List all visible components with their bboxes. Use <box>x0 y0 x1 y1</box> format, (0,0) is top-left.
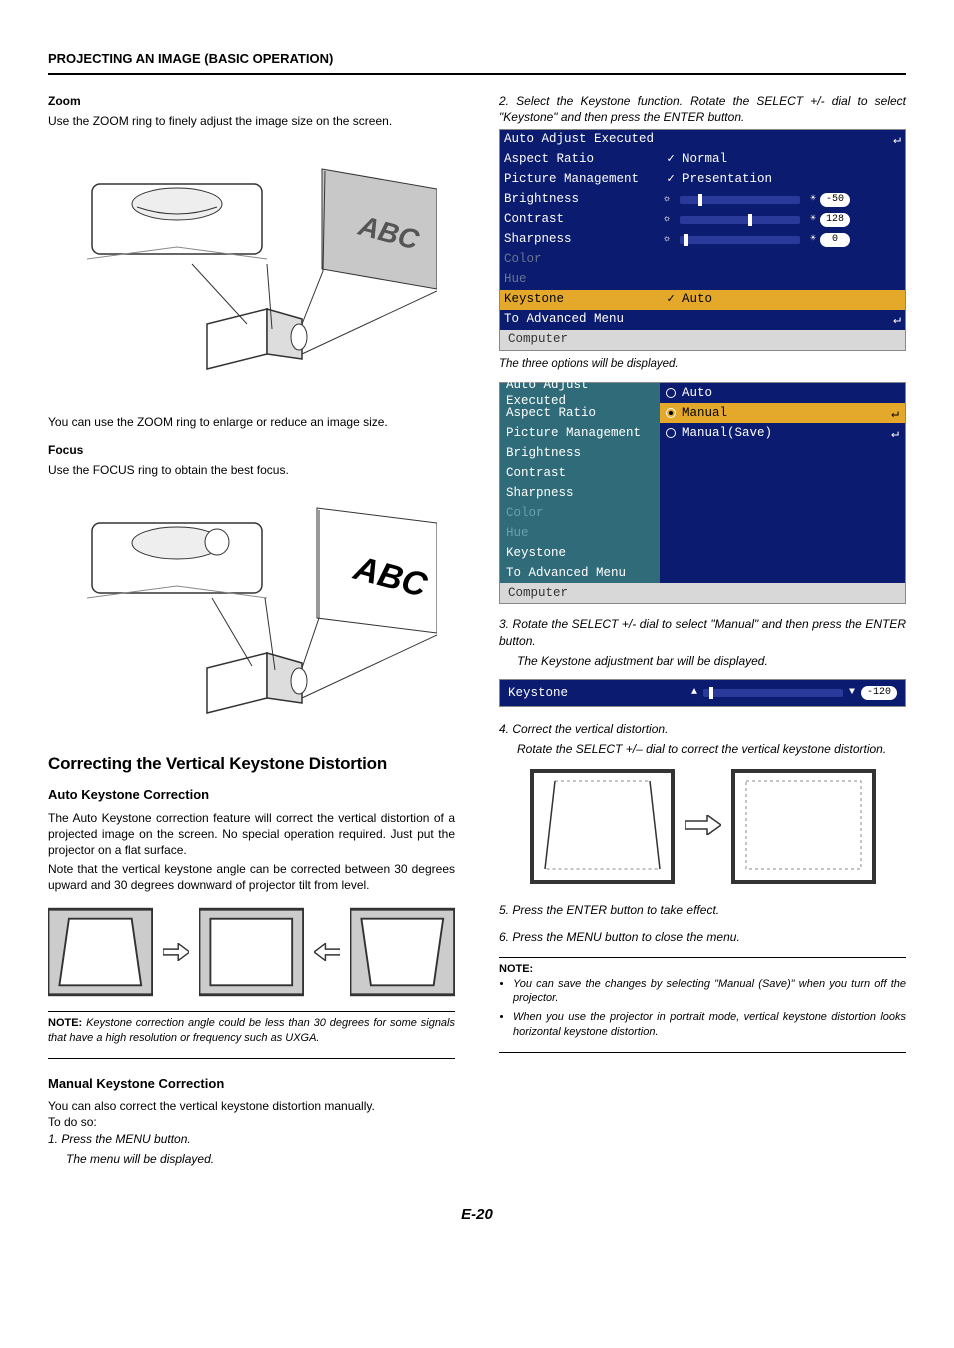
menu-row: Contrast☼☀128 <box>500 210 905 230</box>
rect-center <box>199 907 304 997</box>
auto-keystone-p2: Note that the vertical keystone angle ca… <box>48 861 455 893</box>
arrow-right-icon <box>163 943 190 961</box>
keystone-value: -120 <box>861 686 897 700</box>
menu-option: Manual↵ <box>660 403 905 423</box>
left-column: Zoom Use the ZOOM ring to finely adjust … <box>48 93 455 1177</box>
menu-row: Aspect Ratio✓Normal <box>500 150 905 170</box>
menu-row: Contrast <box>500 463 660 483</box>
right-column: 2. Select the Keystone function. Rotate … <box>499 93 906 1177</box>
focus-text: Use the FOCUS ring to obtain the best fo… <box>48 462 455 478</box>
step-1: 1. Press the MENU button. <box>48 1131 455 1147</box>
menu-row: Hue <box>500 523 660 543</box>
zoom-figure: ABC <box>67 159 437 394</box>
note2-rule-bottom <box>499 1052 906 1053</box>
menu-row: Keystone✓Auto <box>500 290 905 310</box>
auto-keystone-heading: Auto Keystone Correction <box>48 786 455 804</box>
menu-screenshot-1: Auto Adjust Executed↵Aspect Ratio✓Normal… <box>499 129 906 351</box>
menu-row: To Advanced Menu <box>500 563 660 583</box>
menu-screenshot-2: Auto Adjust ExecutedAspect RatioPicture … <box>499 382 906 604</box>
arrow-left-icon <box>314 943 341 961</box>
section-header: PROJECTING AN IMAGE (BASIC OPERATION) <box>48 50 906 68</box>
menu-row: Auto Adjust Executed↵ <box>500 130 905 150</box>
step-2: 2. Select the Keystone function. Rotate … <box>499 93 906 125</box>
step-3-sub: The Keystone adjustment bar will be disp… <box>517 653 906 669</box>
menu-row: Picture Management✓Presentation <box>500 170 905 190</box>
zoom-text: Use the ZOOM ring to finely adjust the i… <box>48 113 455 129</box>
menu-row: Hue <box>500 270 905 290</box>
note2-label: NOTE: <box>499 963 533 975</box>
step-4: 4. Correct the vertical distortion. <box>499 721 906 737</box>
keystone-bar-label: Keystone <box>508 685 568 702</box>
page-number: E-20 <box>48 1205 906 1225</box>
step-6: 6. Press the MENU button to close the me… <box>499 929 906 945</box>
distortion-after <box>731 769 876 884</box>
menu-row: Brightness☼☀-50 <box>500 190 905 210</box>
note-rule-top <box>48 1011 455 1012</box>
menu-row: Sharpness☼☀0 <box>500 230 905 250</box>
note-1: NOTE: Keystone correction angle could be… <box>48 1016 455 1046</box>
menu-row: Picture Management <box>500 423 660 443</box>
note-bullet: When you use the projector in portrait m… <box>513 1010 906 1040</box>
keystone-heading: Correcting the Vertical Keystone Distort… <box>48 753 455 776</box>
distortion-diagram-row <box>499 769 906 884</box>
keystone-bar-screenshot: Keystone ▲ ▼ -120 <box>499 679 906 707</box>
distortion-before <box>530 769 675 884</box>
note-rule-bottom <box>48 1058 455 1059</box>
menu-row: Color <box>500 503 660 523</box>
menu-row: Keystone <box>500 543 660 563</box>
menu1-caption: The three options will be displayed. <box>499 357 906 373</box>
manual-keystone-heading: Manual Keystone Correction <box>48 1075 455 1093</box>
auto-keystone-p1: The Auto Keystone correction feature wil… <box>48 810 455 859</box>
focus-figure: ABC <box>67 498 437 733</box>
menu-option: Auto <box>660 383 905 403</box>
keystone-diagram-row <box>48 907 455 997</box>
menu-row: Sharpness <box>500 483 660 503</box>
todo-text: To do so: <box>48 1114 455 1130</box>
menu-row: Brightness <box>500 443 660 463</box>
menu-option: Manual(Save)↵ <box>660 423 905 443</box>
trap-left <box>48 907 153 997</box>
note-bullet: You can save the changes by selecting "M… <box>513 977 906 1007</box>
manual-keystone-text: You can also correct the vertical keysto… <box>48 1098 455 1114</box>
arrow-right-icon <box>685 815 721 839</box>
note2-bullets: You can save the changes by selecting "M… <box>513 977 906 1040</box>
step-5: 5. Press the ENTER button to take effect… <box>499 902 906 918</box>
menu-row: Color <box>500 250 905 270</box>
header-rule <box>48 73 906 75</box>
step-3: 3. Rotate the SELECT +/- dial to select … <box>499 616 906 648</box>
step-4-sub: Rotate the SELECT +/– dial to correct th… <box>517 741 906 757</box>
trap-right <box>350 907 455 997</box>
menu2-footer: Computer <box>500 583 905 603</box>
zoom-caption: You can use the ZOOM ring to enlarge or … <box>48 414 455 430</box>
step-1-sub: The menu will be displayed. <box>66 1151 455 1167</box>
focus-heading: Focus <box>48 442 455 458</box>
menu-row: Auto Adjust Executed <box>500 383 660 403</box>
zoom-heading: Zoom <box>48 93 455 109</box>
keystone-slider <box>703 689 843 697</box>
menu-row: To Advanced Menu↵ <box>500 310 905 330</box>
note2-rule-top <box>499 957 906 958</box>
